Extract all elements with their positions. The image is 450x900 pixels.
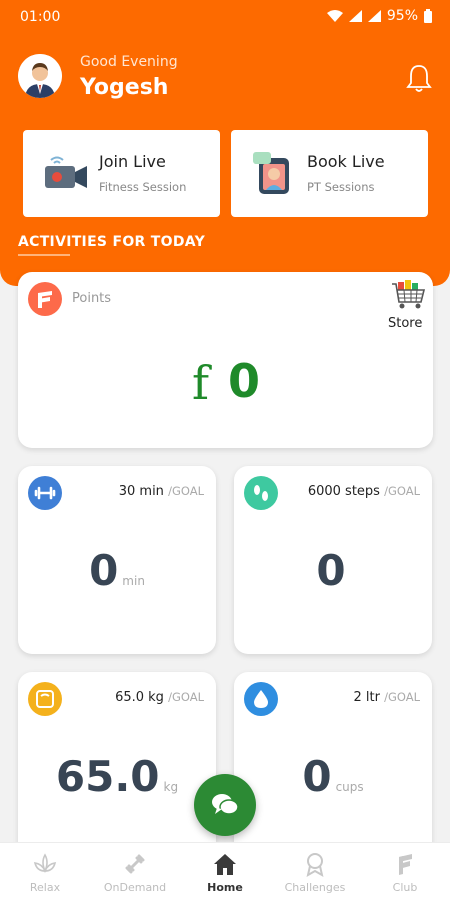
nav-label-ondemand: OnDemand — [103, 881, 167, 894]
signal-icon — [348, 10, 362, 22]
nav-item-challenges[interactable]: Challenges — [270, 843, 360, 900]
notification-bell-icon[interactable] — [406, 64, 432, 92]
join-live-title: Join Live — [99, 152, 166, 171]
chat-bubble-icon — [212, 794, 239, 815]
workout-value: 0 min — [89, 546, 145, 595]
activities-title: ACTIVITIES FOR TODAY — [18, 234, 206, 250]
nav-label-home: Home — [207, 881, 243, 894]
points-label: Points — [72, 291, 112, 306]
lotus-icon — [33, 853, 57, 873]
medal-icon — [306, 853, 324, 877]
wifi-icon — [326, 10, 343, 22]
workout-goal: 30 min /GOAL — [118, 484, 204, 499]
battery-percent: 95% — [386, 8, 418, 24]
book-live-card[interactable]: Book Live PT Sessions — [231, 130, 428, 217]
nav-item-ondemand[interactable]: OnDemand — [90, 843, 180, 900]
water-drop-icon — [244, 682, 278, 716]
weight-goal: 65.0 kg /GOAL — [115, 690, 204, 705]
pt-booking-icon — [253, 152, 289, 194]
book-live-subtitle: PT Sessions — [307, 180, 375, 194]
shopping-cart-icon[interactable] — [390, 280, 426, 310]
footsteps-icon — [244, 476, 278, 510]
store-label[interactable]: Store — [388, 316, 422, 331]
nav-label-challenges: Challenges — [284, 881, 346, 894]
steps-card[interactable]: 6000 steps /GOAL 0 — [234, 466, 432, 654]
points-card[interactable]: Points Store f 0 — [18, 272, 433, 448]
battery-icon — [424, 9, 432, 23]
join-live-subtitle: Fitness Session — [99, 180, 187, 194]
nav-item-home[interactable]: Home — [180, 843, 270, 900]
weight-value: 65.0 kg — [55, 752, 179, 801]
book-live-title: Book Live — [307, 152, 385, 171]
nav-item-relax[interactable]: Relax — [0, 843, 90, 900]
points-currency-symbol: f — [192, 356, 210, 410]
home-icon — [214, 854, 236, 875]
water-card[interactable]: 2 ltr /GOAL 0 cups — [234, 672, 432, 860]
activities-underline — [18, 254, 70, 256]
points-value: 0 — [228, 354, 261, 408]
scale-icon — [28, 682, 62, 716]
club-logo-icon — [28, 282, 62, 316]
chat-button[interactable] — [194, 774, 256, 836]
workout-card[interactable]: 30 min /GOAL 0 min — [18, 466, 216, 654]
water-goal: 2 ltr /GOAL — [353, 690, 420, 705]
user-name: Yogesh — [80, 75, 169, 100]
status-icons: 95% — [326, 8, 432, 24]
greeting-header: Good Evening Yogesh — [18, 52, 432, 108]
club-logo-icon — [399, 854, 412, 875]
water-value: 0 cups — [302, 752, 364, 801]
bottom-navigation: Relax OnDemand Home Challenges Club — [0, 842, 450, 900]
weight-card[interactable]: 65.0 kg /GOAL 65.0 kg — [18, 672, 216, 860]
status-time: 01:00 — [20, 9, 61, 25]
signal-icon — [367, 10, 381, 22]
nav-label-club: Club — [392, 881, 418, 894]
steps-goal: 6000 steps /GOAL — [307, 484, 420, 499]
status-bar: 01:00 95% — [0, 0, 450, 34]
avatar[interactable] — [18, 54, 62, 98]
dumbbell-icon — [125, 854, 145, 874]
video-camera-icon — [45, 156, 87, 188]
dumbbell-icon — [28, 476, 62, 510]
nav-item-club[interactable]: Club — [360, 843, 450, 900]
steps-value: 0 — [316, 546, 346, 595]
join-live-card[interactable]: Join Live Fitness Session — [23, 130, 220, 217]
greeting-text: Good Evening — [80, 54, 178, 70]
nav-label-relax: Relax — [29, 881, 61, 894]
